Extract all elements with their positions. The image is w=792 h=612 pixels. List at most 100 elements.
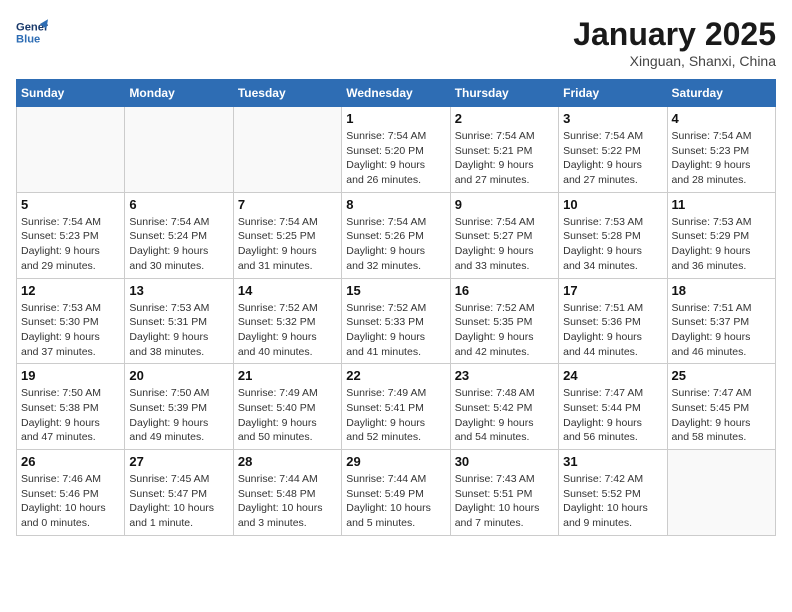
calendar-cell: 16Sunrise: 7:52 AM Sunset: 5:35 PM Dayli…: [450, 278, 558, 364]
day-number: 12: [21, 283, 120, 298]
day-number: 30: [455, 454, 554, 469]
calendar-cell: 4Sunrise: 7:54 AM Sunset: 5:23 PM Daylig…: [667, 107, 775, 193]
day-info: Sunrise: 7:47 AM Sunset: 5:45 PM Dayligh…: [672, 386, 771, 445]
day-info: Sunrise: 7:54 AM Sunset: 5:21 PM Dayligh…: [455, 129, 554, 188]
day-info: Sunrise: 7:53 AM Sunset: 5:30 PM Dayligh…: [21, 301, 120, 360]
calendar-cell: 26Sunrise: 7:46 AM Sunset: 5:46 PM Dayli…: [17, 450, 125, 536]
day-info: Sunrise: 7:51 AM Sunset: 5:37 PM Dayligh…: [672, 301, 771, 360]
calendar-cell: 30Sunrise: 7:43 AM Sunset: 5:51 PM Dayli…: [450, 450, 558, 536]
calendar-body: 1Sunrise: 7:54 AM Sunset: 5:20 PM Daylig…: [17, 107, 776, 536]
calendar-cell: 7Sunrise: 7:54 AM Sunset: 5:25 PM Daylig…: [233, 192, 341, 278]
calendar-cell: 11 Sunrise: 7:53 AM Sunset: 5:29 PM Dayli…: [667, 192, 775, 278]
calendar-cell: 9 Sunrise: 7:54 AM Sunset: 5:27 PM Daylig…: [450, 192, 558, 278]
calendar-cell: 3Sunrise: 7:54 AM Sunset: 5:22 PM Daylig…: [559, 107, 667, 193]
day-info: Sunrise: 7:49 AM Sunset: 5:40 PM Dayligh…: [238, 386, 337, 445]
calendar-cell: 6 Sunrise: 7:54 AM Sunset: 5:24 PM Daylig…: [125, 192, 233, 278]
day-number: 29: [346, 454, 445, 469]
day-number: 2: [455, 111, 554, 126]
day-info: Sunrise: 7:46 AM Sunset: 5:46 PM Dayligh…: [21, 472, 120, 531]
calendar-cell: 18 Sunrise: 7:51 AM Sunset: 5:37 PM Dayli…: [667, 278, 775, 364]
calendar-cell: [667, 450, 775, 536]
calendar-cell: 31 Sunrise: 7:42 AM Sunset: 5:52 PM Dayli…: [559, 450, 667, 536]
calendar-cell: 19 Sunrise: 7:50 AM Sunset: 5:38 PM Dayli…: [17, 364, 125, 450]
day-number: 21: [238, 368, 337, 383]
calendar-cell: 22Sunrise: 7:49 AM Sunset: 5:41 PM Dayli…: [342, 364, 450, 450]
calendar-cell: [125, 107, 233, 193]
month-title: January 2025: [573, 16, 776, 53]
day-info: Sunrise: 7:52 AM Sunset: 5:35 PM Dayligh…: [455, 301, 554, 360]
weekday-header-monday: Monday: [125, 80, 233, 107]
weekday-header-tuesday: Tuesday: [233, 80, 341, 107]
day-number: 8: [346, 197, 445, 212]
calendar-cell: 5Sunrise: 7:54 AM Sunset: 5:23 PM Daylig…: [17, 192, 125, 278]
week-row-2: 5Sunrise: 7:54 AM Sunset: 5:23 PM Daylig…: [17, 192, 776, 278]
calendar-cell: 13 Sunrise: 7:53 AM Sunset: 5:31 PM Dayli…: [125, 278, 233, 364]
day-info: Sunrise: 7:52 AM Sunset: 5:32 PM Dayligh…: [238, 301, 337, 360]
day-number: 17: [563, 283, 662, 298]
day-number: 3: [563, 111, 662, 126]
day-number: 13: [129, 283, 228, 298]
week-row-1: 1Sunrise: 7:54 AM Sunset: 5:20 PM Daylig…: [17, 107, 776, 193]
day-info: Sunrise: 7:54 AM Sunset: 5:27 PM Dayligh…: [455, 215, 554, 274]
day-info: Sunrise: 7:50 AM Sunset: 5:39 PM Dayligh…: [129, 386, 228, 445]
day-info: Sunrise: 7:53 AM Sunset: 5:28 PM Dayligh…: [563, 215, 662, 274]
weekday-header-wednesday: Wednesday: [342, 80, 450, 107]
day-number: 10: [563, 197, 662, 212]
calendar-cell: 12 Sunrise: 7:53 AM Sunset: 5:30 PM Dayli…: [17, 278, 125, 364]
title-block: January 2025 Xinguan, Shanxi, China: [573, 16, 776, 69]
day-number: 4: [672, 111, 771, 126]
day-info: Sunrise: 7:54 AM Sunset: 5:24 PM Dayligh…: [129, 215, 228, 274]
day-info: Sunrise: 7:54 AM Sunset: 5:26 PM Dayligh…: [346, 215, 445, 274]
calendar-cell: 10 Sunrise: 7:53 AM Sunset: 5:28 PM Dayli…: [559, 192, 667, 278]
svg-text:Blue: Blue: [16, 33, 40, 45]
day-number: 19: [21, 368, 120, 383]
week-row-4: 19 Sunrise: 7:50 AM Sunset: 5:38 PM Dayli…: [17, 364, 776, 450]
day-number: 6: [129, 197, 228, 212]
day-info: Sunrise: 7:45 AM Sunset: 5:47 PM Dayligh…: [129, 472, 228, 531]
day-info: Sunrise: 7:50 AM Sunset: 5:38 PM Dayligh…: [21, 386, 120, 445]
weekday-header-saturday: Saturday: [667, 80, 775, 107]
day-number: 18: [672, 283, 771, 298]
day-number: 5: [21, 197, 120, 212]
day-number: 1: [346, 111, 445, 126]
day-number: 15: [346, 283, 445, 298]
calendar-cell: 14 Sunrise: 7:52 AM Sunset: 5:32 PM Dayli…: [233, 278, 341, 364]
day-number: 28: [238, 454, 337, 469]
calendar-header: SundayMondayTuesdayWednesdayThursdayFrid…: [17, 80, 776, 107]
calendar-cell: 28Sunrise: 7:44 AM Sunset: 5:48 PM Dayli…: [233, 450, 341, 536]
day-info: Sunrise: 7:53 AM Sunset: 5:29 PM Dayligh…: [672, 215, 771, 274]
day-number: 23: [455, 368, 554, 383]
weekday-header-thursday: Thursday: [450, 80, 558, 107]
calendar-cell: 15 Sunrise: 7:52 AM Sunset: 5:33 PM Dayli…: [342, 278, 450, 364]
day-number: 24: [563, 368, 662, 383]
calendar-cell: 2 Sunrise: 7:54 AM Sunset: 5:21 PM Daylig…: [450, 107, 558, 193]
logo-icon: General Blue: [16, 16, 48, 48]
day-info: Sunrise: 7:52 AM Sunset: 5:33 PM Dayligh…: [346, 301, 445, 360]
day-number: 20: [129, 368, 228, 383]
day-info: Sunrise: 7:54 AM Sunset: 5:25 PM Dayligh…: [238, 215, 337, 274]
calendar-cell: 20 Sunrise: 7:50 AM Sunset: 5:39 PM Dayli…: [125, 364, 233, 450]
location: Xinguan, Shanxi, China: [573, 53, 776, 69]
day-number: 11: [672, 197, 771, 212]
calendar-cell: 24 Sunrise: 7:47 AM Sunset: 5:44 PM Dayli…: [559, 364, 667, 450]
day-info: Sunrise: 7:47 AM Sunset: 5:44 PM Dayligh…: [563, 386, 662, 445]
day-info: Sunrise: 7:44 AM Sunset: 5:49 PM Dayligh…: [346, 472, 445, 531]
day-number: 9: [455, 197, 554, 212]
day-number: 27: [129, 454, 228, 469]
weekday-header-row: SundayMondayTuesdayWednesdayThursdayFrid…: [17, 80, 776, 107]
week-row-5: 26Sunrise: 7:46 AM Sunset: 5:46 PM Dayli…: [17, 450, 776, 536]
calendar-cell: 21 Sunrise: 7:49 AM Sunset: 5:40 PM Dayli…: [233, 364, 341, 450]
calendar-cell: 23Sunrise: 7:48 AM Sunset: 5:42 PM Dayli…: [450, 364, 558, 450]
logo: General Blue: [16, 16, 48, 48]
day-info: Sunrise: 7:53 AM Sunset: 5:31 PM Dayligh…: [129, 301, 228, 360]
weekday-header-sunday: Sunday: [17, 80, 125, 107]
day-number: 25: [672, 368, 771, 383]
week-row-3: 12 Sunrise: 7:53 AM Sunset: 5:30 PM Dayli…: [17, 278, 776, 364]
calendar-cell: 17Sunrise: 7:51 AM Sunset: 5:36 PM Dayli…: [559, 278, 667, 364]
calendar-cell: 29 Sunrise: 7:44 AM Sunset: 5:49 PM Dayli…: [342, 450, 450, 536]
calendar-cell: 27 Sunrise: 7:45 AM Sunset: 5:47 PM Dayli…: [125, 450, 233, 536]
day-number: 31: [563, 454, 662, 469]
calendar-cell: 25 Sunrise: 7:47 AM Sunset: 5:45 PM Dayli…: [667, 364, 775, 450]
day-info: Sunrise: 7:42 AM Sunset: 5:52 PM Dayligh…: [563, 472, 662, 531]
day-number: 14: [238, 283, 337, 298]
